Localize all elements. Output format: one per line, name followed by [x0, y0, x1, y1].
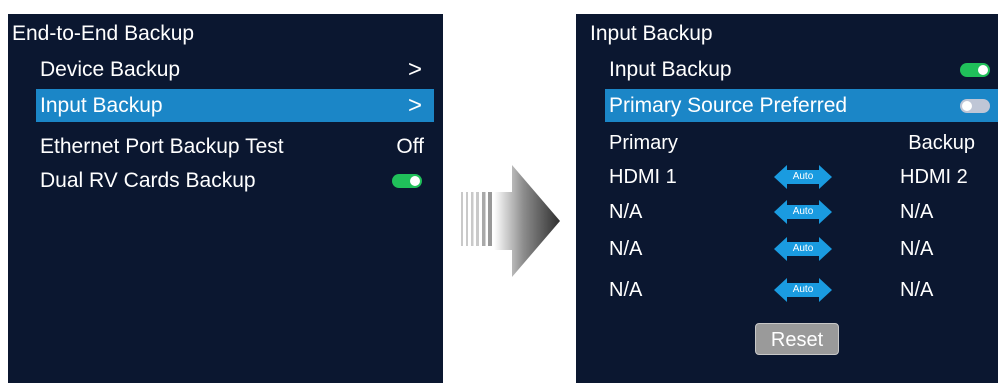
- menu-item-ethernet-port-backup-test[interactable]: Ethernet Port Backup Test Off: [36, 130, 434, 163]
- setting-label: Primary Source Preferred: [609, 94, 848, 117]
- bidirectional-arrow-icon[interactable]: Auto: [774, 237, 832, 261]
- chevron-right-icon: >: [407, 56, 422, 83]
- panel-title: Input Backup: [590, 22, 713, 45]
- backup-column-header: Backup: [908, 132, 975, 154]
- backup-source: N/A: [900, 238, 934, 260]
- toggle-switch-icon[interactable]: [392, 174, 422, 188]
- setting-label: Input Backup: [609, 58, 732, 81]
- menu-item-label: Device Backup: [40, 58, 181, 81]
- primary-source: HDMI 1: [609, 166, 677, 188]
- auto-label: Auto: [792, 171, 814, 182]
- reset-button[interactable]: Reset: [755, 323, 839, 355]
- status-value: Off: [396, 135, 424, 158]
- auto-label: Auto: [792, 284, 814, 295]
- setting-input-backup[interactable]: Input Backup: [605, 53, 998, 86]
- toggle-switch-icon[interactable]: [960, 99, 990, 113]
- setting-primary-source-preferred[interactable]: Primary Source Preferred: [605, 89, 998, 122]
- auto-label: Auto: [792, 243, 814, 254]
- menu-item-label: Ethernet Port Backup Test: [40, 135, 284, 158]
- auto-label: Auto: [792, 206, 814, 217]
- backup-source: HDMI 2: [900, 166, 968, 188]
- panel-title: End-to-End Backup: [12, 22, 195, 45]
- bidirectional-arrow-icon[interactable]: Auto: [774, 278, 832, 302]
- transition-arrow-icon: [461, 165, 560, 277]
- menu-item-input-backup[interactable]: Input Backup >: [36, 89, 434, 122]
- primary-source: N/A: [609, 201, 643, 223]
- menu-item-dual-rv-cards-backup[interactable]: Dual RV Cards Backup: [36, 164, 434, 197]
- backup-source: N/A: [900, 201, 934, 223]
- input-backup-panel: Input Backup Input Backup Primary Source…: [576, 14, 998, 383]
- primary-column-header: Primary: [609, 132, 678, 154]
- toggle-switch-icon[interactable]: [960, 63, 990, 77]
- menu-item-device-backup[interactable]: Device Backup >: [36, 53, 434, 86]
- menu-item-label: Dual RV Cards Backup: [40, 169, 256, 192]
- bidirectional-arrow-icon[interactable]: Auto: [774, 165, 832, 189]
- primary-source: N/A: [609, 238, 643, 260]
- chevron-right-icon: >: [407, 92, 422, 119]
- end-to-end-backup-panel: End-to-End Backup Device Backup > Input …: [8, 14, 443, 383]
- menu-item-label: Input Backup: [40, 94, 163, 117]
- primary-source: N/A: [609, 279, 643, 301]
- backup-source: N/A: [900, 279, 934, 301]
- bidirectional-arrow-icon[interactable]: Auto: [774, 200, 832, 224]
